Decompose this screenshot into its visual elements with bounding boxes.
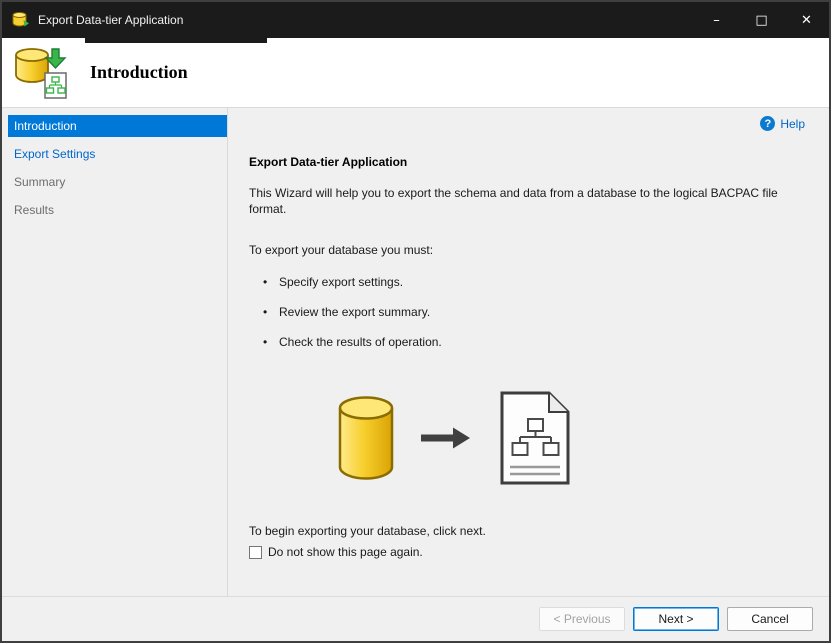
maximize-button[interactable]: □ xyxy=(739,2,784,38)
page-title: Introduction xyxy=(90,62,188,82)
wizard-content: ? Help Export Data-tier Application This… xyxy=(228,108,829,596)
minimize-button[interactable]: – xyxy=(694,2,739,38)
requirements-label: To export your database you must: xyxy=(249,243,434,257)
wizard-body: Introduction Export Settings Summary Res… xyxy=(2,108,829,596)
wizard-steps-sidebar: Introduction Export Settings Summary Res… xyxy=(2,108,228,596)
intro-paragraph: This Wizard will help you to export the … xyxy=(249,186,778,216)
sidebar-item-introduction[interactable]: Introduction xyxy=(8,115,227,137)
right-arrow-icon xyxy=(421,425,471,456)
list-item: Check the results of operation. xyxy=(249,335,813,349)
export-illustration xyxy=(337,389,813,492)
wizard-header: Introduction xyxy=(2,38,829,108)
sidebar-item-summary: Summary xyxy=(14,175,66,189)
content-heading: Export Data-tier Application xyxy=(249,155,408,169)
list-item: Review the export summary. xyxy=(249,305,813,319)
previous-button[interactable]: < Previous xyxy=(539,607,625,631)
help-link[interactable]: ? Help xyxy=(760,116,805,131)
background-window-artifact xyxy=(85,33,267,43)
sidebar-item-export-settings[interactable]: Export Settings xyxy=(8,143,227,165)
begin-text: To begin exporting your database, click … xyxy=(249,524,486,538)
export-dac-icon xyxy=(14,46,68,100)
wizard-window: Export Data-tier Application – □ ✕ Intro… xyxy=(0,0,831,643)
help-icon: ? xyxy=(760,116,776,131)
window-title: Export Data-tier Application xyxy=(38,13,184,27)
help-row: ? Help xyxy=(249,108,813,131)
list-item: Specify export settings. xyxy=(249,275,813,289)
cancel-button[interactable]: Cancel xyxy=(727,607,813,631)
next-button[interactable]: Next > xyxy=(633,607,719,631)
dont-show-checkbox[interactable] xyxy=(249,545,262,559)
close-button[interactable]: ✕ xyxy=(784,2,829,38)
dont-show-checkbox-label[interactable]: Do not show this page again. xyxy=(268,545,423,559)
window-controls: – □ ✕ xyxy=(694,2,829,38)
dont-show-row: Do not show this page again. xyxy=(249,545,813,559)
sidebar-item-results: Results xyxy=(14,203,55,217)
requirements-list: Specify export settings. Review the expo… xyxy=(249,275,813,349)
bacpac-file-icon xyxy=(497,389,573,492)
button-bar: < Previous Next > Cancel xyxy=(2,596,829,641)
database-cylinder-icon xyxy=(337,395,395,486)
app-database-icon xyxy=(12,11,30,29)
help-label: Help xyxy=(780,116,805,131)
